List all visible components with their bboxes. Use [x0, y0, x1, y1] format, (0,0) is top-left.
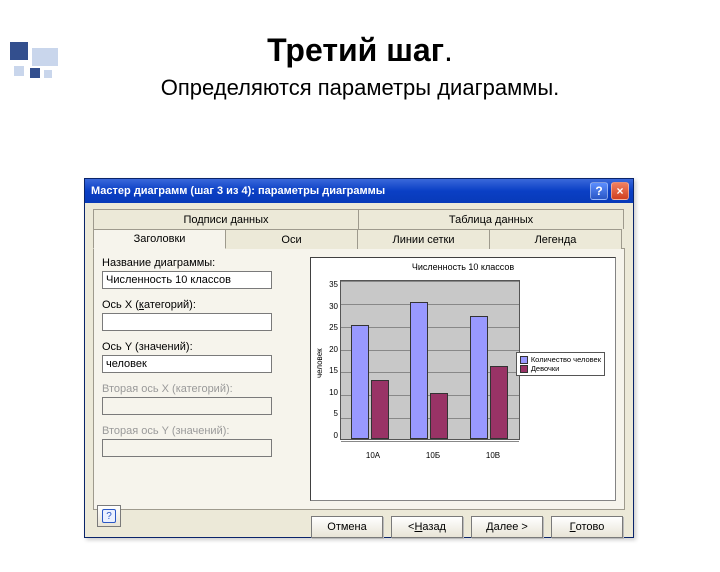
cancel-button[interactable]: Отмена — [311, 516, 383, 538]
chart-yticks: 3530 2520 1510 50 — [324, 280, 340, 440]
bar — [371, 380, 389, 439]
bar — [430, 393, 448, 439]
bar — [351, 325, 369, 439]
bar — [490, 366, 508, 439]
tab-data-labels[interactable]: Подписи данных — [93, 209, 359, 229]
field-axis-y2: Вторая ось Y (значений): — [102, 425, 302, 457]
field-axis-y: Ось Y (значений): — [102, 341, 302, 373]
chart-ylabel: человек — [315, 276, 324, 451]
bar — [410, 302, 428, 439]
titlebar: Мастер диаграмм (шаг 3 из 4): параметры … — [85, 179, 633, 203]
context-help-button[interactable]: ? — [97, 505, 121, 527]
field-axis-x: Ось X (категорий): — [102, 299, 302, 331]
input-axis-x2 — [102, 397, 272, 415]
question-icon: ? — [102, 509, 116, 523]
chart-xticks: 10А 10Б 10В — [343, 451, 523, 460]
tab-panel-titles: Название диаграммы: Ось X (категорий): О… — [93, 248, 625, 510]
close-icon[interactable]: × — [611, 182, 629, 200]
chart-title: Численность 10 классов — [315, 262, 611, 272]
finish-button[interactable]: Готово — [551, 516, 623, 538]
chart-legend: Количество человек Девочки — [516, 352, 605, 376]
back-button[interactable]: < Назад — [391, 516, 463, 538]
next-button[interactable]: Далее > — [471, 516, 543, 538]
bar — [470, 316, 488, 439]
input-axis-x[interactable] — [102, 313, 272, 331]
label-chart-title: Название диаграммы: — [102, 257, 302, 269]
label-axis-y: Ось Y (значений): — [102, 341, 302, 353]
tab-gridlines[interactable]: Линии сетки — [357, 229, 490, 249]
input-chart-title[interactable] — [102, 271, 272, 289]
chart-preview: Численность 10 классов человек 3530 2520… — [310, 257, 616, 501]
tab-axes[interactable]: Оси — [225, 229, 358, 249]
label-axis-x: Ось X (категорий): — [102, 299, 302, 311]
legend-swatch-0 — [520, 356, 528, 364]
input-axis-y[interactable] — [102, 355, 272, 373]
label-axis-y2: Вторая ось Y (значений): — [102, 425, 302, 437]
help-icon[interactable]: ? — [590, 182, 608, 200]
input-axis-y2 — [102, 439, 272, 457]
chart-wizard-dialog: Мастер диаграмм (шаг 3 из 4): параметры … — [84, 178, 634, 538]
window-title: Мастер диаграмм (шаг 3 из 4): параметры … — [91, 185, 587, 197]
slide-title: Третий шаг. — [0, 32, 720, 69]
label-axis-x2: Вторая ось X (категорий): — [102, 383, 302, 395]
tab-titles[interactable]: Заголовки — [93, 229, 226, 249]
chart-plot-area — [340, 280, 520, 440]
tab-data-table[interactable]: Таблица данных — [358, 209, 624, 229]
field-chart-title: Название диаграммы: — [102, 257, 302, 289]
legend-swatch-1 — [520, 365, 528, 373]
slide-subtitle: Определяются параметры диаграммы. — [0, 75, 720, 101]
tab-legend[interactable]: Легенда — [489, 229, 622, 249]
field-axis-x2: Вторая ось X (категорий): — [102, 383, 302, 415]
